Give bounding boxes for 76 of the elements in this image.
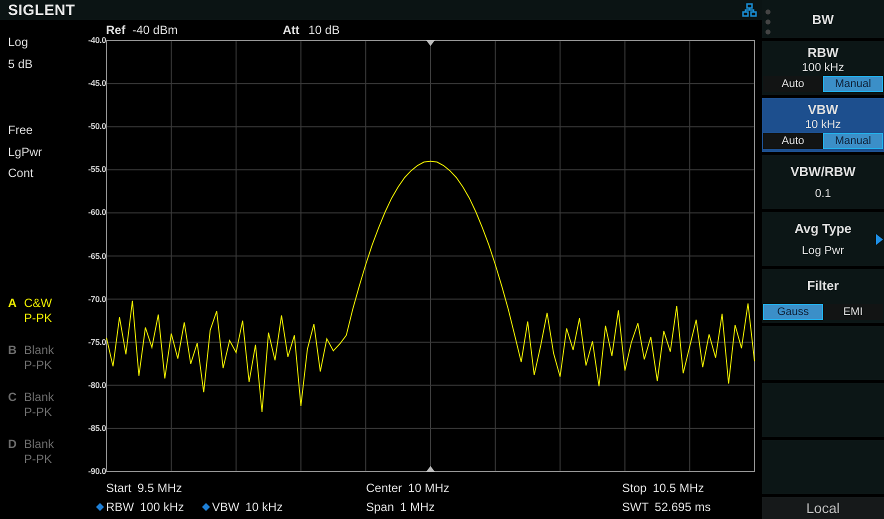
scale-division-label: 5 dB [8, 57, 33, 71]
trace-detector: P-PK [24, 311, 52, 326]
axis-tick-label: -60.0 [88, 206, 106, 218]
vbw-value: 10 kHz [245, 500, 283, 514]
axis-tick-label: -70.0 [88, 292, 106, 305]
stop-frequency-value: 10.5 MHz [652, 481, 704, 495]
menu-item-value: 0.1 [815, 187, 831, 201]
average-type-label: LgPwr [8, 145, 42, 159]
center-frequency-value: 10 MHz [408, 481, 450, 495]
span-value: 1 MHz [400, 500, 435, 514]
menu-title: BW [812, 12, 834, 26]
submenu-arrow-icon [876, 234, 883, 245]
menu-item[interactable]: Filter Gauss EMI [762, 269, 884, 323]
axis-tick-label: -80.0 [88, 378, 106, 391]
rbw-label: RBW [106, 500, 134, 514]
trace-detector: P-PK [24, 452, 54, 467]
manual-indicator-icon [202, 503, 210, 511]
trace-type: Blank [24, 437, 54, 452]
network-icon [742, 3, 757, 17]
axis-tick-label: -50.0 [88, 120, 106, 132]
local-button[interactable]: Local [762, 497, 884, 519]
trace-letter: C [8, 390, 18, 405]
sweep-time-value: 52.695 ms [654, 500, 711, 514]
menu-item-label: VBW [808, 102, 838, 117]
menu-item-label: Avg Type [794, 221, 852, 236]
more-dots-icon[interactable] [765, 9, 771, 35]
trace-detector: P-PK [24, 358, 54, 373]
span-label: Span [366, 500, 394, 514]
axis-tick-label: -85.0 [88, 422, 106, 434]
option-button[interactable]: EMI [823, 304, 883, 320]
trace-type: Blank [24, 343, 54, 358]
brand-logo: SIGLENT [8, 2, 76, 18]
stop-frequency-label: Stop [622, 481, 647, 495]
axis-tick-label: -90.0 [88, 465, 106, 477]
manual-indicator-icon [96, 503, 104, 511]
sweep-mode-label: Cont [8, 166, 34, 180]
center-marker-icon [426, 40, 435, 46]
trace-type: C&W [24, 296, 52, 311]
option-button[interactable]: Gauss [763, 304, 823, 320]
menu-item-label: RBW [807, 45, 839, 60]
menu-item-value: 10 kHz [805, 118, 841, 132]
menu-item-label: VBW/RBW [790, 164, 856, 179]
start-frequency-value: 9.5 MHz [137, 481, 182, 495]
menu-item[interactable]: VBW/RBW 0.1 [762, 155, 884, 209]
axis-tick-label: -65.0 [88, 250, 106, 262]
scale-type-label: Log [8, 35, 28, 49]
attenuation-label: Att [282, 23, 300, 37]
sweep-time-label: SWT [622, 500, 649, 514]
trigger-label: Free [8, 123, 33, 137]
menu-item-label: Filter [807, 278, 839, 293]
menu-item[interactable]: VBW 10 kHz Auto Manual [762, 98, 884, 152]
rbw-value: 100 kHz [140, 500, 184, 514]
center-marker-icon [426, 466, 435, 472]
axis-tick-label: -45.0 [88, 77, 106, 90]
axis-tick-label: -75.0 [88, 336, 106, 348]
menu-item[interactable]: Avg Type Log Pwr [762, 212, 884, 266]
reference-label: Ref [106, 23, 126, 37]
trace-letter: B [8, 343, 18, 358]
menu-item-value: Log Pwr [802, 244, 844, 258]
option-button[interactable]: Manual [823, 133, 883, 149]
option-button[interactable]: Auto [763, 76, 823, 92]
start-frequency-label: Start [106, 481, 132, 495]
center-frequency-label: Center [366, 481, 402, 495]
trace-type: Blank [24, 390, 54, 405]
reference-level: -40 dBm [132, 23, 178, 37]
option-button[interactable]: Manual [823, 76, 883, 92]
axis-tick-label: -55.0 [88, 163, 106, 176]
trace-letter: D [8, 437, 18, 452]
trace-detector: P-PK [24, 405, 54, 420]
trace-letter: A [8, 296, 18, 311]
option-button[interactable]: Auto [763, 133, 823, 149]
vbw-label: VBW [212, 500, 240, 514]
menu-item-value: 100 kHz [802, 61, 844, 75]
attenuation-value: 10 dB [308, 23, 340, 37]
menu-item[interactable]: RBW 100 kHz Auto Manual [762, 41, 884, 95]
axis-tick-label: -40.0 [88, 34, 106, 46]
